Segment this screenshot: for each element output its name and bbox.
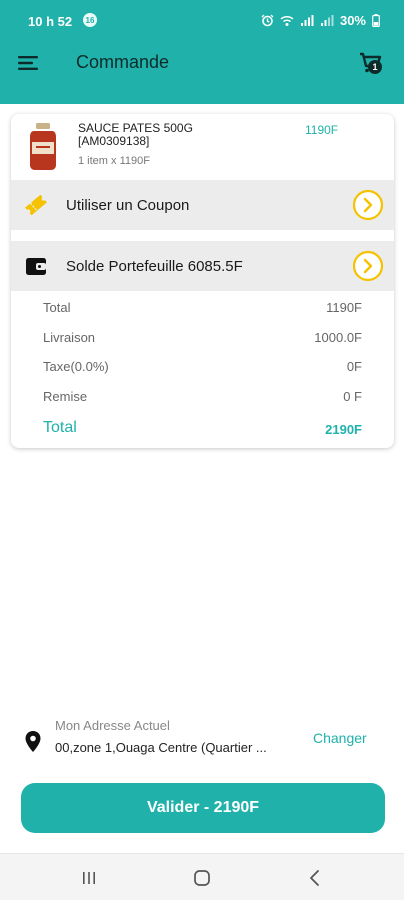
hamburger-icon [18,56,38,70]
wifi-calling-icon [280,15,294,26]
home-icon [194,870,210,886]
location-pin-icon [24,730,42,754]
wallet-row[interactable]: Solde Portefeuille 6085.5F [11,241,394,291]
signal-icon-2 [320,15,334,26]
summary-row-discount: Remise 0 F [11,389,394,411]
summary-label: Livraison [43,330,96,345]
system-nav-bar [0,853,404,900]
status-time: 10 h 52 [28,14,73,29]
status-bar: 10 h 52 16 30% [0,0,404,40]
summary-value: 1000.0F [314,330,362,345]
grand-total-value: 2190F [325,422,362,437]
back-button[interactable] [304,867,326,889]
change-address-link[interactable]: Changer [313,730,367,746]
wallet-icon [23,253,49,279]
signal-icon [300,15,314,26]
alarm-icon [261,14,274,27]
validate-button[interactable]: Valider - 2190F [21,783,385,833]
summary-row-delivery: Livraison 1000.0F [11,330,394,352]
sauce-jar-icon [30,123,56,170]
product-name: SAUCE PATES 500G [AM0309138] [78,121,193,148]
summary-value: 0 F [343,389,362,404]
back-icon [310,870,319,886]
address-value: 00,zone 1,Ouaga Centre (Quartier ... [55,740,267,755]
menu-button[interactable] [14,50,42,76]
product-image [29,122,57,172]
summary-row-tax: Taxe(0.0%) 0F [11,359,394,381]
coupon-label: Utiliser un Coupon [66,197,190,214]
recents-button[interactable] [78,867,100,889]
app-header: 10 h 52 16 30% Commande 1 [0,0,404,104]
recents-icon [83,872,95,884]
product-price: 1190F [305,123,339,137]
delivery-address: Mon Adresse Actuel 00,zone 1,Ouaga Centr… [0,712,404,772]
battery-percent: 30% [339,13,366,28]
wallet-balance-label: Solde Portefeuille 6085.5F [66,258,243,275]
coupon-row[interactable]: Utiliser un Coupon [11,180,394,230]
product-quantity: 1 item x 1190F [78,155,150,167]
address-label: Mon Adresse Actuel [55,718,170,733]
wallet-arrow-icon[interactable] [352,250,384,282]
coupon-arrow-icon[interactable] [352,189,384,221]
summary-row-total: Total 1190F [11,300,394,322]
cart-count-badge: 1 [368,60,382,74]
grand-total-label: Total [43,419,77,436]
summary-label: Total [43,300,71,315]
order-card: SAUCE PATES 500G [AM0309138] 1 item x 11… [11,114,394,448]
summary-value: 1190F [326,300,362,315]
ticket-icon [23,192,49,218]
status-icons: 30% [261,13,380,28]
summary-value: 0F [346,359,362,374]
summary-label: Remise [43,389,88,404]
page-title: Commande [76,52,170,72]
summary-label: Taxe(0.0%) [43,359,109,374]
battery-icon [372,14,380,27]
home-button[interactable] [191,867,213,889]
notification-badge: 16 [83,13,97,27]
summary-row-grand-total: Total 2190F [11,419,394,441]
